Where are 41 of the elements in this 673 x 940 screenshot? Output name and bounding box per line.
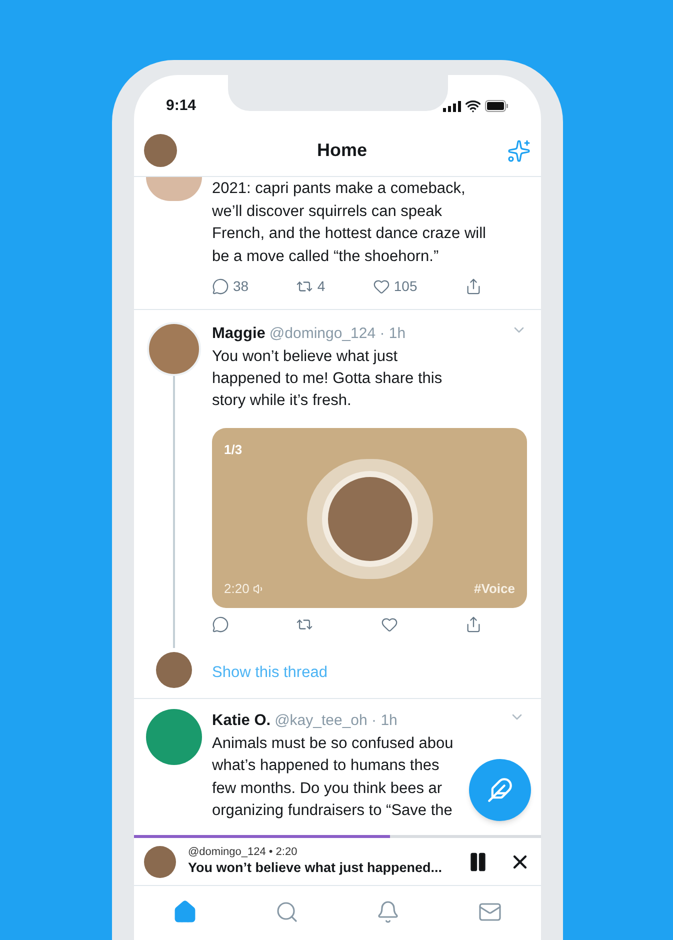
search-icon bbox=[274, 900, 299, 924]
profile-avatar[interactable] bbox=[144, 134, 177, 167]
page-title: Home bbox=[316, 139, 367, 162]
show-thread-link[interactable]: Show this thread bbox=[212, 660, 527, 684]
tweet-text: 2021: capri pants make a comeback, we’ll discover squirrels can speak French, and the hottest dance craze will be a move called “the shoehorn.” bbox=[212, 179, 486, 266]
voice-duration: 2:20 bbox=[224, 580, 250, 598]
signal-icon bbox=[443, 100, 461, 112]
reply-icon bbox=[212, 616, 229, 632]
voice-hashtag: #Voice bbox=[474, 580, 515, 598]
reply-icon bbox=[212, 278, 229, 295]
retweet-button[interactable]: 4 bbox=[296, 276, 326, 297]
user-avatar bbox=[144, 846, 176, 878]
sparkle-icon[interactable] bbox=[506, 138, 531, 162]
player-subtitle: @domingo_124 • 2:20 bbox=[188, 846, 298, 860]
heart-icon bbox=[372, 278, 390, 295]
status-time: 9:14 bbox=[166, 96, 196, 116]
user-name: Katie O. bbox=[212, 711, 271, 731]
bell-icon bbox=[376, 900, 400, 924]
like-button[interactable] bbox=[380, 616, 398, 632]
heart-icon bbox=[380, 616, 398, 632]
player-title: You won’t believe what just happened... bbox=[188, 860, 444, 877]
user-avatar bbox=[146, 177, 202, 201]
tweet-meta: @domingo_124 · 1h bbox=[269, 324, 406, 344]
reply-button[interactable] bbox=[212, 616, 229, 632]
tweet-meta: @kay_tee_oh · 1h bbox=[274, 711, 398, 731]
like-button[interactable]: 105 bbox=[372, 276, 418, 297]
user-name: Maggie bbox=[212, 324, 266, 344]
share-icon bbox=[464, 616, 482, 632]
reply-button[interactable]: 38 bbox=[212, 276, 249, 297]
battery-icon bbox=[485, 100, 509, 112]
wifi-icon bbox=[465, 98, 481, 114]
mail-icon bbox=[478, 900, 502, 924]
share-button[interactable] bbox=[464, 278, 482, 295]
tweet-text: You won’t believe what just happened to me! Gotta share this story while it’s fresh. bbox=[212, 346, 444, 410]
card-counter: 1/3 bbox=[224, 440, 242, 458]
compose-button[interactable] bbox=[469, 759, 531, 821]
user-avatar bbox=[156, 652, 192, 688]
tweet-text: Animals must be so confused abou what’s happened to humans thes few months. Do you think bees ar organizing fundraisers to “Save the bbox=[212, 734, 454, 821]
home-icon bbox=[172, 900, 197, 924]
share-button[interactable] bbox=[464, 616, 482, 632]
share-icon bbox=[464, 278, 482, 295]
